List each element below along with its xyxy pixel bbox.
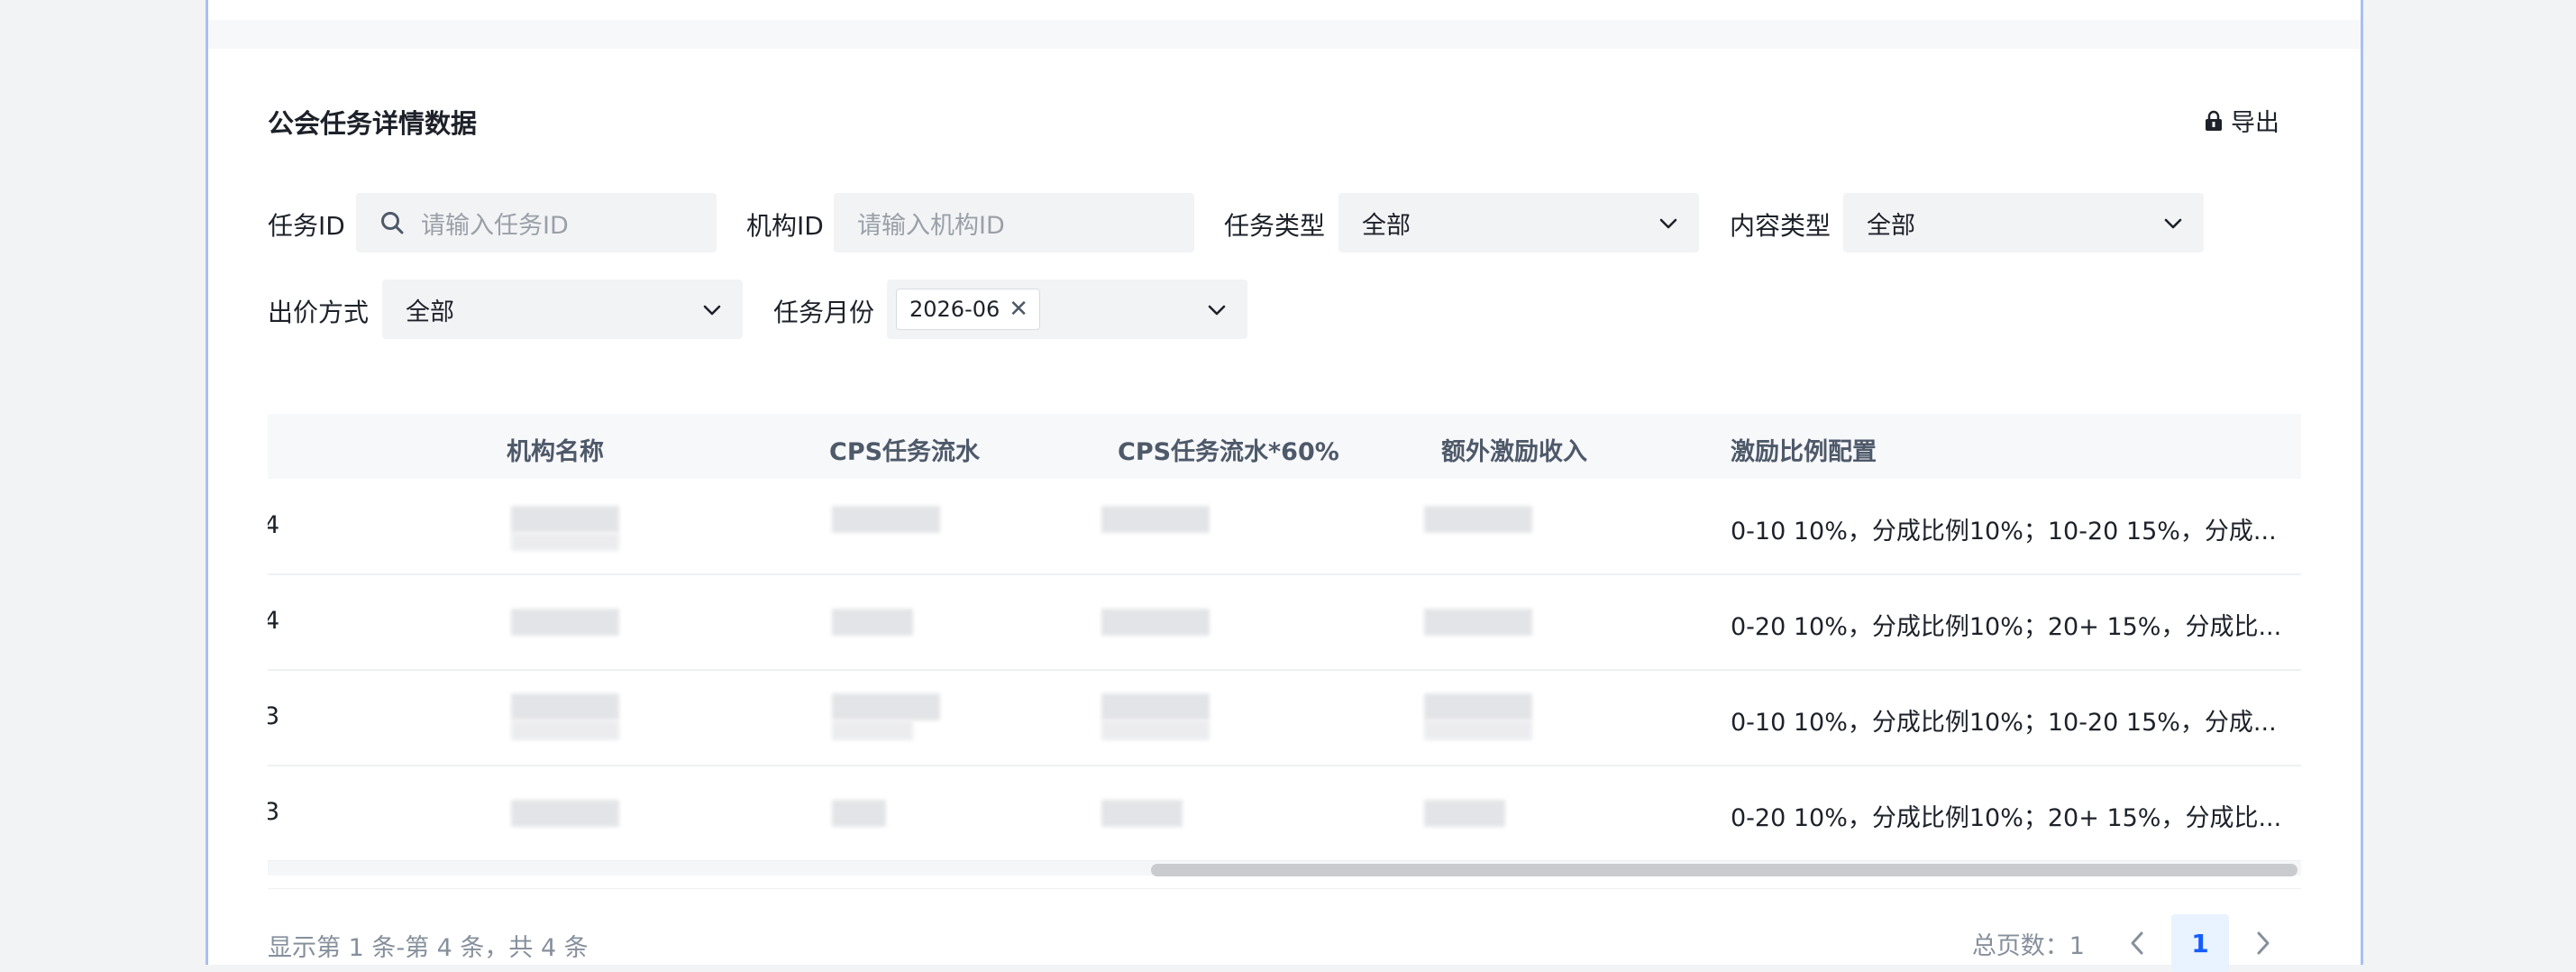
next-page-button[interactable] (2245, 925, 2281, 961)
total-pages: 总页数：1 (1971, 931, 2085, 960)
bid-method-select[interactable]: 全部 (382, 280, 743, 339)
redacted-cps-flow-60 (1101, 506, 1210, 533)
task-type-label: 任务类型 (1224, 211, 1326, 241)
chevron-left-icon (2131, 931, 2143, 955)
chevron-down-icon (703, 305, 721, 316)
bid-method-label: 出价方式 (268, 298, 370, 327)
task-detail-panel: 公会任务详情数据 导出 任务ID 请输入任务ID 机构ID 请输入机构ID 任务… (208, 49, 2361, 972)
col-org-name: 机构名称 (507, 438, 604, 466)
prev-page-button[interactable] (2119, 925, 2155, 961)
task-detail-table: 机构名称 CPS任务流水 CPS任务流水*60% 额外激励收入 激励比例配置 4… (268, 414, 2301, 886)
chevron-down-icon (1659, 218, 1677, 229)
pagination-summary: 显示第 1 条-第 4 条，共 4 条 (268, 934, 589, 962)
task-id-label: 任务ID (268, 211, 345, 241)
content-type-value: 全部 (1867, 211, 1915, 240)
redacted-extra-income (1424, 693, 1532, 720)
task-type-value: 全部 (1362, 211, 1411, 240)
redacted-extra-income (1424, 609, 1532, 636)
redacted-org-name (511, 693, 619, 720)
incentive-config-cell: 0-20 10%，分成比例10%；20+ 15%，分成比... (1731, 804, 2282, 832)
page-1-button[interactable]: 1 (2171, 914, 2229, 972)
redacted-extra-income (1424, 800, 1505, 827)
redacted-cps-flow (832, 800, 886, 827)
org-id-placeholder: 请输入机构ID (857, 211, 1005, 240)
task-id-placeholder: 请输入任务ID (421, 211, 569, 240)
table-row: 4 0-20 10%，分成比例10%；20+ 15%，分成比... (268, 574, 2301, 671)
redacted-cps-flow-60 (1101, 693, 1210, 720)
incentive-config-cell: 0-20 10%，分成比例10%；20+ 15%，分成比... (1731, 613, 2282, 641)
close-icon[interactable]: ✕ (1009, 298, 1028, 321)
org-id-input[interactable]: 请输入机构ID (834, 193, 1194, 252)
redacted-extra-income (1424, 506, 1532, 533)
top-strip (208, 0, 2361, 20)
col-incentive-config: 激励比例配置 (1731, 438, 1877, 466)
search-icon (381, 212, 404, 234)
export-label: 导出 (2231, 109, 2279, 137)
task-month-select[interactable]: 2026-06 ✕ (887, 280, 1247, 339)
redacted-extra-income (1424, 720, 1532, 740)
footer-divider (268, 888, 2301, 889)
bid-method-value: 全部 (406, 298, 454, 326)
chevron-right-icon (2257, 931, 2270, 955)
table-header: 机构名称 CPS任务流水 CPS任务流水*60% 额外激励收入 激励比例配置 (268, 414, 2301, 479)
redacted-org-name (511, 800, 619, 827)
month-tag-value: 2026-06 (909, 297, 1000, 322)
task-id-input[interactable]: 请输入任务ID (356, 193, 717, 252)
content-type-label: 内容类型 (1730, 211, 1832, 241)
table-row: 3 0-10 10%，分成比例10%；10-20 15%，分成... (268, 670, 2301, 766)
id-cell: 3 (268, 798, 280, 826)
id-cell: 4 (268, 607, 280, 635)
chevron-down-icon (1208, 305, 1226, 316)
table-row: 4 0-10 10%，分成比例10%；10-20 15%，分成... (268, 479, 2301, 575)
chevron-down-icon (2164, 218, 2182, 229)
redacted-cps-flow (832, 609, 913, 636)
redacted-org-name (511, 533, 619, 551)
horizontal-scrollbar-thumb[interactable] (1151, 864, 2297, 876)
col-cps-flow: CPS任务流水 (829, 438, 981, 466)
pagination: 总页数：1 1 (1972, 914, 2297, 972)
redacted-cps-flow-60 (1101, 720, 1210, 740)
id-cell: 4 (268, 511, 280, 539)
content-type-select[interactable]: 全部 (1843, 193, 2204, 252)
redacted-cps-flow-60 (1101, 609, 1210, 636)
task-type-select[interactable]: 全部 (1338, 193, 1699, 252)
redacted-org-name (511, 720, 619, 740)
section-gap (208, 20, 2361, 49)
redacted-cps-flow (832, 693, 940, 720)
redacted-cps-flow (832, 506, 940, 533)
incentive-config-cell: 0-10 10%，分成比例10%；10-20 15%，分成... (1731, 709, 2277, 737)
col-extra-income: 额外激励收入 (1441, 438, 1587, 466)
task-month-label: 任务月份 (773, 298, 875, 327)
month-tag: 2026-06 ✕ (896, 289, 1041, 330)
table-row: 3 0-20 10%，分成比例10%；20+ 15%，分成比... (268, 766, 2301, 862)
export-icon (2204, 110, 2224, 132)
id-cell: 3 (268, 702, 280, 730)
col-cps-flow-60: CPS任务流水*60% (1118, 438, 1339, 466)
redacted-org-name (511, 609, 619, 636)
export-button[interactable]: 导出 (2204, 103, 2279, 138)
redacted-org-name (511, 506, 619, 533)
incentive-config-cell: 0-10 10%，分成比例10%；10-20 15%，分成... (1731, 518, 2277, 546)
redacted-cps-flow (832, 720, 913, 740)
redacted-cps-flow-60 (1101, 800, 1183, 827)
content-frame: 公会任务详情数据 导出 任务ID 请输入任务ID 机构ID 请输入机构ID 任务… (206, 0, 2363, 972)
section-title: 公会任务详情数据 (268, 108, 478, 139)
org-id-label: 机构ID (746, 211, 824, 241)
